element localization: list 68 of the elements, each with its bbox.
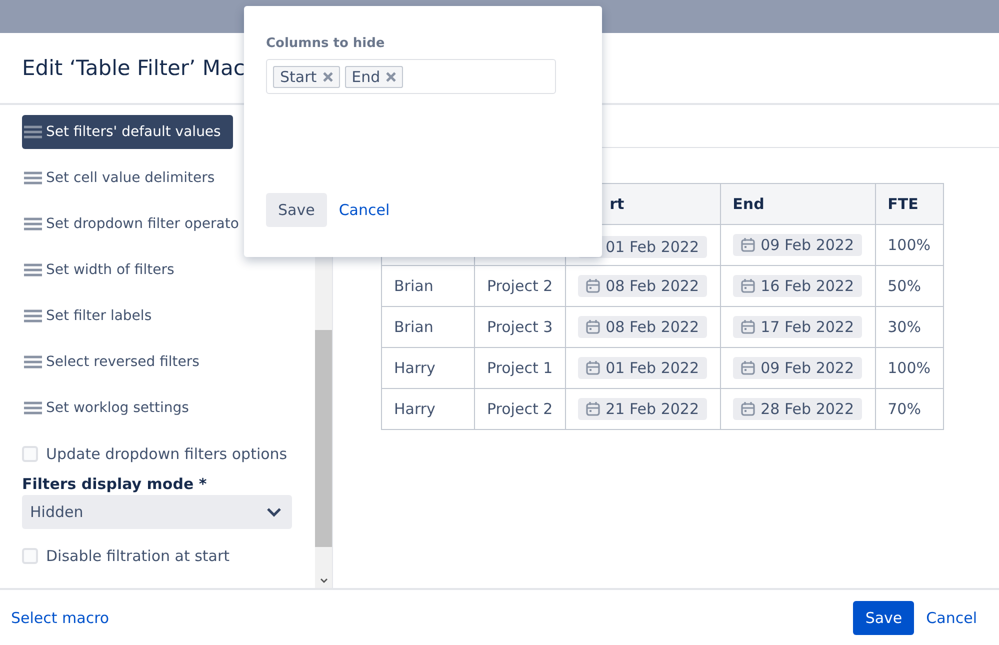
column-header: End	[720, 184, 876, 224]
calendar-icon	[586, 402, 600, 416]
menu-icon	[24, 171, 42, 185]
cancel-link[interactable]: Cancel	[926, 608, 977, 626]
sidebar-item[interactable]: Select reversed filters	[22, 345, 212, 379]
checkbox[interactable]	[22, 548, 38, 564]
sidebar-item[interactable]: Set cell value delimiters	[22, 161, 227, 195]
columns-field[interactable]: Start End	[266, 59, 556, 94]
sidebar-item[interactable]: Set filter labels	[22, 299, 164, 333]
cancel-link[interactable]: Cancel	[338, 201, 390, 219]
calendar-icon	[740, 320, 755, 334]
scroll-down-icon[interactable]	[320, 578, 328, 584]
table-cell: Project 2	[474, 266, 566, 306]
sidebar-item[interactable]: Set width of filters	[22, 253, 186, 287]
table-cell: Brian	[382, 266, 474, 306]
table-cell: 30%	[875, 306, 944, 348]
dialog-title: Edit ‘Table Filter’ Mac	[22, 56, 245, 80]
menu-icon	[24, 217, 42, 231]
column-tag: Start	[273, 66, 340, 88]
select-macro-link[interactable]: Select macro	[11, 608, 110, 626]
checkbox-label: Update dropdown filters options	[46, 445, 288, 463]
table-cell: 50%	[875, 266, 944, 306]
sidebar-item[interactable]: Set worklog settings	[22, 391, 201, 425]
date-chip: 16 Feb 2022	[732, 275, 862, 297]
date-chip: 08 Feb 2022	[578, 316, 707, 338]
table-cell: Brian	[382, 306, 474, 348]
table-cell: 70%	[875, 388, 944, 430]
date-chip: 17 Feb 2022	[732, 316, 862, 338]
menu-icon	[24, 125, 42, 139]
checkbox[interactable]	[22, 446, 38, 462]
date-chip: 01 Feb 2022	[578, 357, 707, 379]
date-chip: 09 Feb 2022	[732, 234, 862, 256]
calendar-icon	[740, 361, 755, 375]
field-label: Filters display mode *	[22, 475, 208, 493]
remove-icon[interactable]	[322, 72, 333, 82]
table-cell: Project 3	[474, 306, 566, 348]
table-cell: 100%	[875, 224, 944, 266]
menu-icon	[24, 401, 42, 415]
display-mode-select[interactable]: Hidden	[22, 495, 292, 529]
calendar-icon	[740, 279, 755, 293]
remove-icon[interactable]	[386, 72, 396, 82]
chevron-down-icon	[266, 507, 282, 517]
save-button[interactable]: Save	[853, 600, 914, 634]
menu-icon	[24, 263, 42, 277]
calendar-icon	[586, 320, 600, 334]
checkbox-label: Disable filtration at start	[46, 547, 230, 565]
menu-icon	[24, 309, 42, 323]
column-header: FTE	[875, 184, 944, 224]
date-chip: 08 Feb 2022	[578, 275, 707, 297]
save-button[interactable]: Save	[266, 193, 327, 227]
calendar-icon	[586, 279, 600, 293]
calendar-icon	[740, 402, 755, 416]
sidebar-item[interactable]: Set dropdown filter operato	[22, 207, 251, 241]
calendar-icon	[740, 238, 755, 252]
calendar-icon	[586, 361, 600, 375]
date-chip: 21 Feb 2022	[578, 398, 707, 420]
date-chip: 09 Feb 2022	[732, 357, 862, 379]
date-chip: 28 Feb 2022	[732, 398, 862, 420]
sidebar-item[interactable]: Set filters' default values	[22, 115, 233, 149]
column-tag: End	[344, 66, 404, 88]
menu-icon	[24, 355, 42, 369]
table-cell: Project 1	[474, 348, 566, 388]
scrollbar-thumb[interactable]	[315, 330, 332, 547]
table-cell: Harry	[382, 388, 474, 430]
field-label: Columns to hide	[266, 36, 386, 51]
table-cell: 100%	[875, 348, 944, 388]
table-cell: Project 2	[474, 388, 566, 430]
table-cell: Harry	[382, 348, 474, 388]
